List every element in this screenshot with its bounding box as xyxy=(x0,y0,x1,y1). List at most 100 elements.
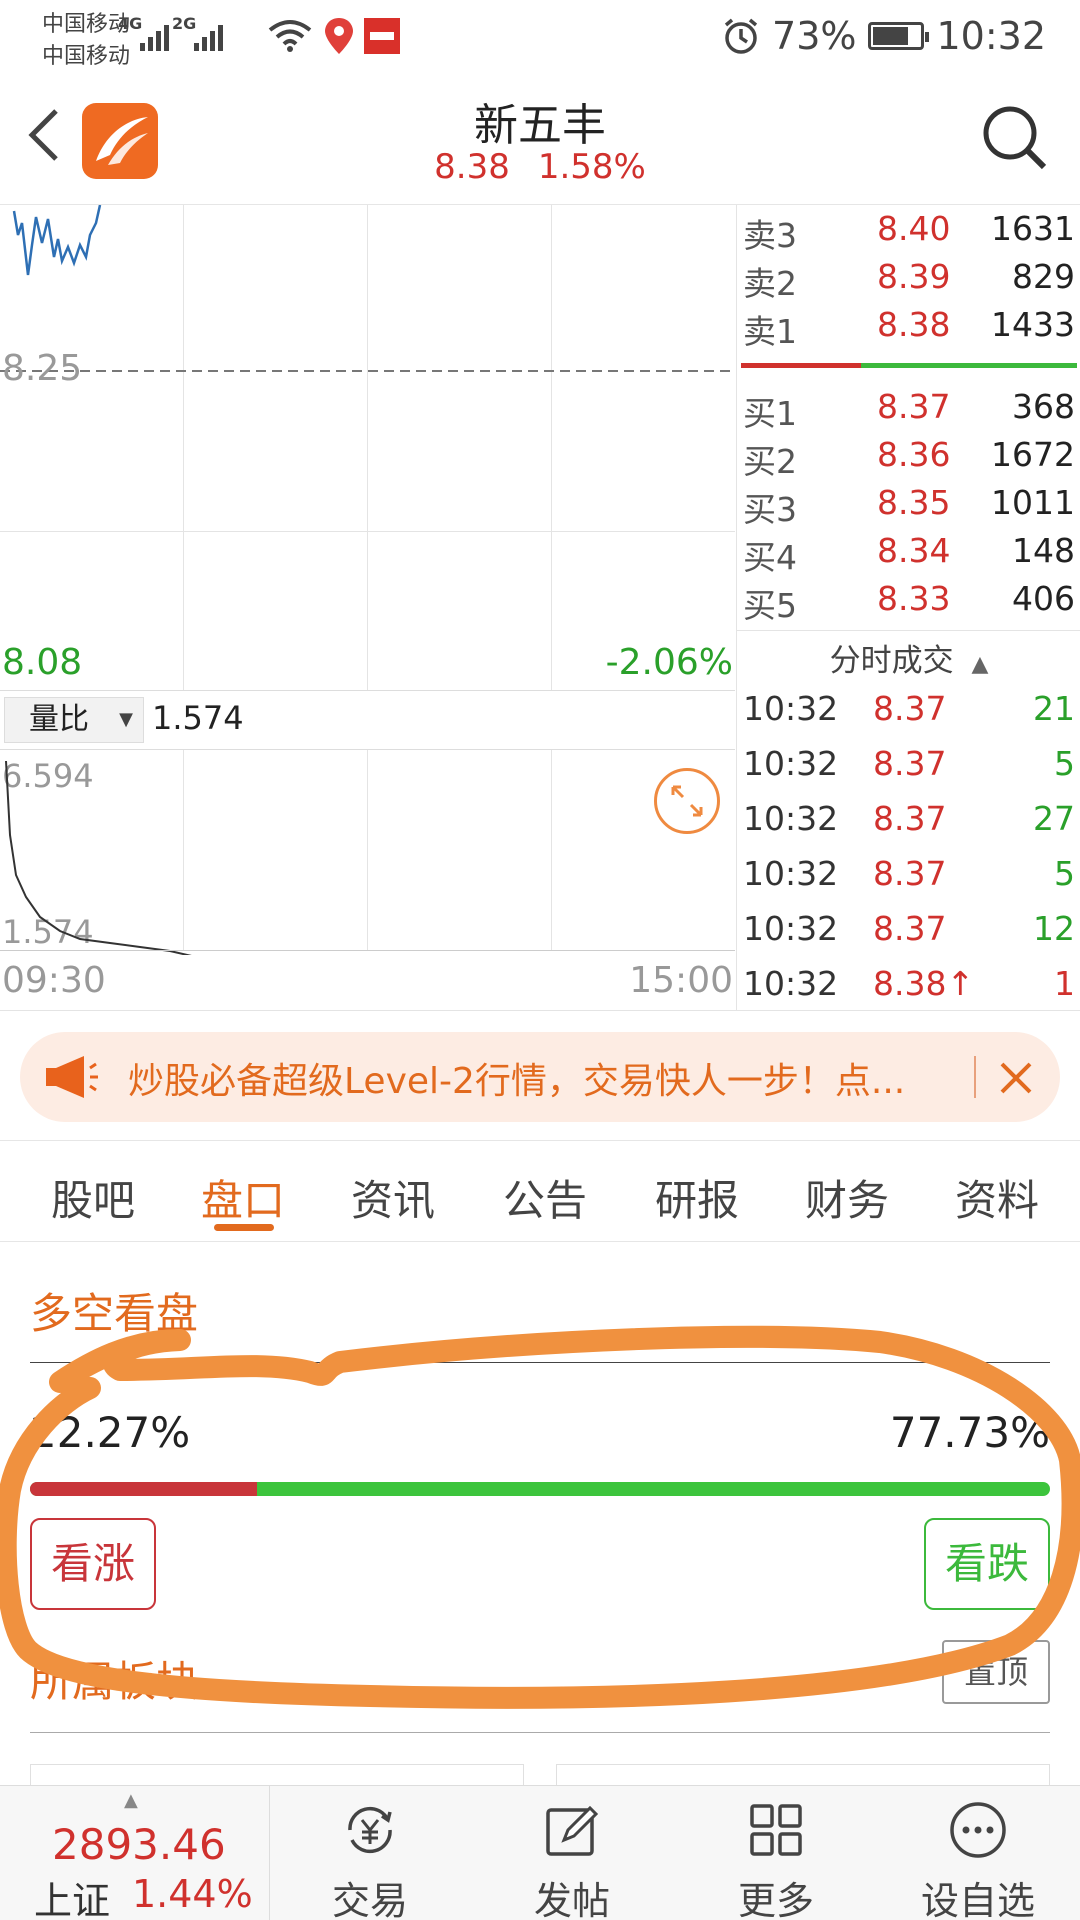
bid-label: 买1 xyxy=(743,394,797,433)
time-start-label: 09:30 xyxy=(2,960,106,1001)
clock: 10:32 xyxy=(936,14,1046,58)
bid-label: 买5 xyxy=(743,586,797,625)
time-end-label: 15:00 xyxy=(629,960,733,1001)
tick-time: 10:32 xyxy=(743,909,839,948)
bull-percent: 22.27% xyxy=(30,1408,191,1457)
ask-price: 8.39 xyxy=(877,257,951,296)
stock-quote: 8.38 1.58% xyxy=(0,147,1080,187)
yuan-cycle-icon xyxy=(348,1806,392,1854)
volume-ratio-line xyxy=(5,760,192,955)
bid-ask-divider xyxy=(741,363,1077,368)
nav-post[interactable]: 发帖 xyxy=(472,1786,672,1920)
carrier-label-1: 中国移动 xyxy=(42,12,131,37)
market-index-widget[interactable]: ▲ 2893.46 上证 1.44% xyxy=(0,1786,270,1920)
volume-ratio-bar: 量比 ▼ 1.574 xyxy=(0,690,735,750)
tick-volume: 5 xyxy=(1054,744,1075,783)
bid-price: 8.35 xyxy=(877,483,951,522)
tick-price: 8.37 xyxy=(873,909,947,948)
megaphone-icon xyxy=(46,1056,98,1098)
close-icon xyxy=(1000,1062,1032,1094)
index-name: 上证 xyxy=(34,1879,111,1920)
stock-name: 新五丰 xyxy=(474,100,606,151)
ask-label: 卖3 xyxy=(743,216,797,255)
nav-more-label: 更多 xyxy=(737,1879,814,1920)
indicator-select[interactable]: 量比 ▼ xyxy=(4,697,144,743)
tab-announcements[interactable]: 公告 xyxy=(470,1167,620,1228)
ask-label: 卖2 xyxy=(743,264,797,303)
search-button[interactable] xyxy=(978,101,1050,173)
bid-row: 买1 8.37 368 xyxy=(737,387,1080,435)
promo-banner[interactable]: 炒股必备超级Level-2行情，交易快人一步！点... xyxy=(20,1032,1060,1122)
ref-price-line xyxy=(0,370,735,372)
nav-post-label: 发帖 xyxy=(533,1879,610,1920)
app-notification-icon xyxy=(364,18,400,54)
ask-price: 8.38 xyxy=(877,305,951,344)
tab-finance[interactable]: 财务 xyxy=(772,1167,922,1228)
bear-percent: 77.73% xyxy=(889,1408,1050,1457)
ask-row: 卖3 8.40 1631 xyxy=(737,209,1080,257)
ask-volume: 829 xyxy=(1012,257,1075,296)
tick-price: 8.37 xyxy=(873,854,947,893)
close-banner-button[interactable] xyxy=(996,1044,1036,1111)
dropdown-caret-icon: ▼ xyxy=(119,709,133,730)
bid-price: 8.33 xyxy=(877,579,951,618)
network-type-2: 2G xyxy=(172,14,197,33)
ref-price-label: 8.25 xyxy=(2,348,83,389)
tab-research[interactable]: 研报 xyxy=(622,1167,772,1228)
bid-label: 买3 xyxy=(743,490,797,529)
sentiment-title: 多空看盘 xyxy=(30,1289,199,1338)
caret-up-icon: ▲ xyxy=(124,1790,138,1811)
bid-volume: 1672 xyxy=(991,435,1075,474)
stock-price: 8.38 xyxy=(434,147,510,187)
grid-icon xyxy=(750,1804,802,1856)
tab-pankou[interactable]: 盘口 xyxy=(168,1167,318,1228)
ask-price: 8.40 xyxy=(877,209,951,248)
bottom-navigation: ▲ 2893.46 上证 1.44% 交易 发帖 更多 设自选 xyxy=(0,1785,1080,1920)
stock-change-pct: 1.58% xyxy=(537,147,646,187)
more-dots-icon xyxy=(950,1802,1006,1858)
indicator-select-label: 量比 xyxy=(29,702,89,737)
bid-volume: 1011 xyxy=(991,483,1075,522)
intraday-chart[interactable]: 8.25 8.08 -2.06% 量比 ▼ 1.574 6.594 1.574 … xyxy=(0,205,735,1010)
tick-volume: 5 xyxy=(1054,854,1075,893)
sentiment-bar xyxy=(30,1482,1050,1496)
nav-more[interactable]: 更多 xyxy=(676,1786,876,1920)
carrier-label-2: 中国移动 xyxy=(42,44,131,69)
battery-icon xyxy=(868,22,930,50)
expand-icon xyxy=(671,785,703,817)
pin-top-button[interactable]: 置顶 xyxy=(942,1640,1050,1704)
content-tabs: 股吧 盘口 资讯 公告 研报 财务 资料 xyxy=(0,1140,1080,1242)
bid-price: 8.36 xyxy=(877,435,951,474)
low-pct-label: -2.06% xyxy=(605,642,733,683)
ticks-header[interactable]: 分时成交 ▲ xyxy=(737,630,1080,690)
tick-row: 10:32 8.37 12 xyxy=(737,909,1080,964)
tab-guba[interactable]: 股吧 xyxy=(18,1167,168,1228)
bid-row: 买3 8.35 1011 xyxy=(737,483,1080,531)
tick-row: 10:32 8.37 5 xyxy=(737,744,1080,799)
expand-chart-button[interactable] xyxy=(654,768,720,834)
tab-news[interactable]: 资讯 xyxy=(318,1167,468,1228)
bid-label: 买2 xyxy=(743,442,797,481)
bid-row: 买5 8.33 406 xyxy=(737,579,1080,627)
bid-volume: 148 xyxy=(1012,531,1075,570)
bullish-vote-button[interactable]: 看涨 xyxy=(30,1518,156,1610)
index-change: 1.44% xyxy=(132,1872,253,1916)
grid-line xyxy=(0,531,735,532)
low-price-label: 8.08 xyxy=(2,642,83,683)
tick-row: 10:32 8.37 5 xyxy=(737,854,1080,909)
status-bar: 中国移动 中国移动 4G 2G 73% 10:32 xyxy=(0,0,1080,75)
bid-row: 买2 8.36 1672 xyxy=(737,435,1080,483)
tab-profile[interactable]: 资料 xyxy=(922,1167,1072,1228)
bid-label: 买4 xyxy=(743,538,797,577)
sectors-title: 所属板块 xyxy=(30,1657,199,1706)
price-line xyxy=(12,205,102,276)
nav-add-watchlist[interactable]: 设自选 xyxy=(878,1786,1078,1920)
bid-row: 买4 8.34 148 xyxy=(737,531,1080,579)
tick-time: 10:32 xyxy=(743,964,839,1003)
bearish-vote-button[interactable]: 看跌 xyxy=(924,1518,1050,1610)
tick-volume: 1 xyxy=(1054,964,1075,1003)
volume-ratio-value: 1.574 xyxy=(152,699,244,737)
ask-volume: 1631 xyxy=(991,209,1075,248)
stock-header: 新五丰 8.38 1.58% xyxy=(0,75,1080,205)
nav-trade[interactable]: 交易 xyxy=(270,1786,470,1920)
